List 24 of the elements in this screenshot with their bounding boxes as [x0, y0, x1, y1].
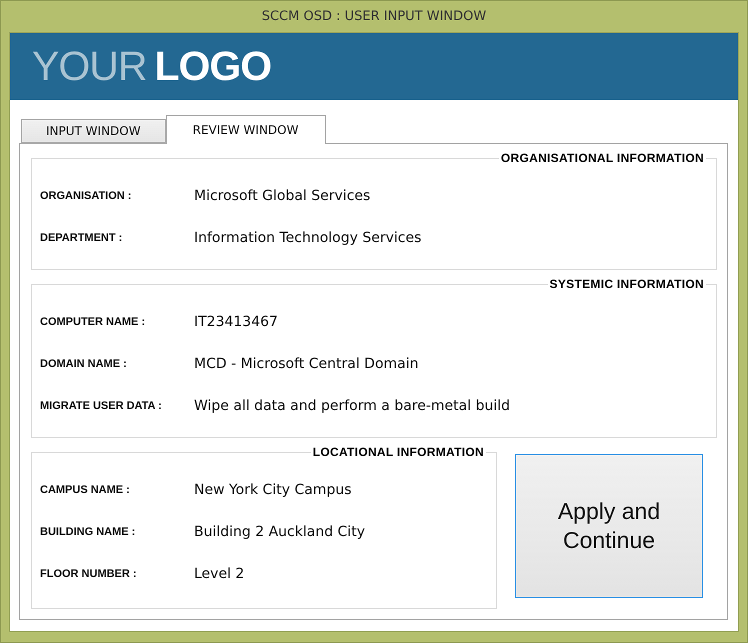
field-value: Microsoft Global Services: [194, 188, 372, 204]
logo: YOUR LOGO: [32, 43, 272, 90]
field-label: COMPUTER NAME :: [40, 316, 146, 328]
field-value: New York City Campus: [194, 482, 352, 498]
field-label: DOMAIN NAME :: [40, 358, 128, 370]
group-title: SYSTEMIC INFORMATION: [548, 277, 706, 291]
field-label: FLOOR NUMBER :: [40, 568, 138, 580]
field-label: BUILDING NAME :: [40, 526, 136, 538]
field-value: Building 2 Auckland City: [194, 524, 366, 540]
field-value: IT23413467: [194, 314, 279, 330]
window-title: SCCM OSD : USER INPUT WINDOW: [260, 8, 488, 26]
field-value: MCD - Microsoft Central Domain: [194, 356, 420, 372]
field-label: DEPARTMENT :: [40, 232, 124, 244]
field-value: Level 2: [194, 566, 246, 582]
field-value: Information Technology Services: [194, 230, 422, 246]
tab[interactable]: INPUT WINDOW: [21, 119, 166, 143]
group-title: LOCATIONAL INFORMATION: [310, 445, 486, 459]
field-label: CAMPUS NAME :: [40, 484, 131, 496]
field-value: Wipe all data and perform a bare-metal build: [194, 398, 511, 414]
group-title: ORGANISATIONAL INFORMATION: [498, 151, 706, 165]
field-label: ORGANISATION :: [40, 190, 132, 202]
apply-button[interactable]: Apply and Continue: [515, 454, 703, 598]
tab[interactable]: REVIEW WINDOW: [166, 115, 326, 144]
field-label: MIGRATE USER DATA :: [40, 400, 163, 412]
